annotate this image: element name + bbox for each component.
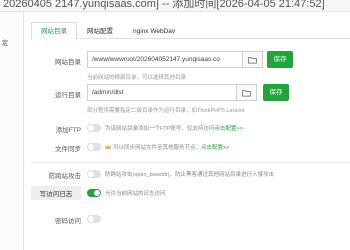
file-sync-label: 文件同步 bbox=[55, 146, 81, 153]
tab-nginx-webdav[interactable]: nginx WebDav bbox=[123, 22, 185, 39]
toggle-knob bbox=[88, 125, 94, 131]
add-ftp-toggle[interactable] bbox=[87, 124, 101, 132]
toggle-knob bbox=[88, 216, 94, 222]
add-ftp-config-link[interactable]: 点击配置>> bbox=[214, 126, 242, 132]
toggle-knob bbox=[94, 190, 100, 196]
password-access-row: 密码访问 bbox=[31, 213, 350, 225]
window-title: 20260405 2147.yunqisaas.com] -- 添加时间[202… bbox=[3, 0, 325, 10]
sidebar: 定 bbox=[0, 12, 24, 250]
tab-bar: 网站目录 网站配置 nginx WebDav bbox=[31, 22, 350, 40]
toggle-knob bbox=[88, 144, 94, 150]
site-dir-label: 网站目录 bbox=[55, 59, 81, 66]
write-log-row: 写访问日志 允许当前网站的日志访问 bbox=[31, 186, 350, 200]
anti-xss-description: 防跨站攻击(open_basedir)，防止黑客通过其他网站目录进行入侵攻击 bbox=[105, 172, 274, 178]
run-dir-save-button[interactable]: 保存 bbox=[263, 84, 289, 101]
file-sync-toggle[interactable] bbox=[87, 143, 101, 151]
file-sync-config-link[interactable]: 点击配置>> bbox=[201, 145, 229, 151]
site-dir-save-button[interactable]: 保存 bbox=[267, 51, 293, 68]
file-sync-description: 可以同步网站文件至其他服务节点，点击配置>> bbox=[105, 143, 229, 151]
add-ftp-text: 为该网站目录添加一个FTP账号，仅支持访问 bbox=[105, 126, 215, 132]
folder-icon bbox=[248, 56, 257, 64]
folder-icon bbox=[242, 89, 251, 97]
password-access-toggle[interactable] bbox=[87, 215, 101, 223]
window-title-bar: 20260405 2147.yunqisaas.com] -- 添加时间[202… bbox=[0, 0, 350, 12]
add-ftp-description: 为该网站目录添加一个FTP账号，仅支持访问点击配置>> bbox=[105, 124, 243, 132]
anti-xss-label: 防跨站攻击 bbox=[48, 173, 82, 180]
site-dir-row: 网站目录 /www/wwwroot/202604052147.yunqisaas… bbox=[31, 51, 350, 81]
tab-site-config[interactable]: 网站配置 bbox=[77, 22, 123, 39]
sidebar-item-settings[interactable]: 定 bbox=[0, 36, 23, 52]
add-ftp-row: 添加FTP 为该网站目录添加一个FTP账号，仅支持访问点击配置>> bbox=[31, 122, 350, 134]
site-dir-hint: 当前网站的根部目录，可以选择其他目录 bbox=[87, 75, 187, 81]
write-log-label: 写访问日志 bbox=[31, 186, 81, 200]
site-settings-window: 20260405 2147.yunqisaas.com] -- 添加时间[202… bbox=[0, 0, 350, 250]
anti-xss-row: 防跨站攻击 防跨站攻击(open_basedir)，防止黑客通过其他网站目录进行… bbox=[31, 168, 350, 180]
write-log-toggle[interactable] bbox=[87, 189, 101, 197]
anti-xss-toggle[interactable] bbox=[87, 170, 101, 178]
write-log-description: 允许当前网站的日志访问 bbox=[105, 191, 166, 197]
run-dir-label: 运行目录 bbox=[55, 92, 81, 99]
section-divider bbox=[31, 162, 350, 163]
tab-site-directory[interactable]: 网站目录 bbox=[31, 22, 77, 40]
toggle-knob bbox=[88, 171, 94, 177]
run-dir-input[interactable]: /admin/dist bbox=[87, 84, 237, 101]
site-dir-browse-button[interactable] bbox=[243, 51, 263, 68]
crown-icon bbox=[105, 144, 111, 149]
site-dir-input[interactable]: /www/wwwroot/202604052147.yunqisaas.co bbox=[87, 51, 243, 68]
add-ftp-label: 添加FTP bbox=[55, 127, 81, 134]
file-sync-row: 文件同步 可以同步网站文件至其他服务节点，点击配置>> bbox=[31, 141, 350, 153]
run-dir-row: 运行目录 /admin/dist 保存 部分程序需要指定二级目录作为运行目录，如… bbox=[31, 84, 350, 116]
password-access-label: 密码访问 bbox=[55, 218, 81, 225]
run-dir-browse-button[interactable] bbox=[237, 84, 257, 101]
run-dir-hint: 部分程序需要指定二级目录作为运行目录，如ThinkPHP5,Laravel bbox=[87, 108, 245, 114]
file-sync-text: 可以同步网站文件至其他服务节点， bbox=[113, 145, 202, 151]
